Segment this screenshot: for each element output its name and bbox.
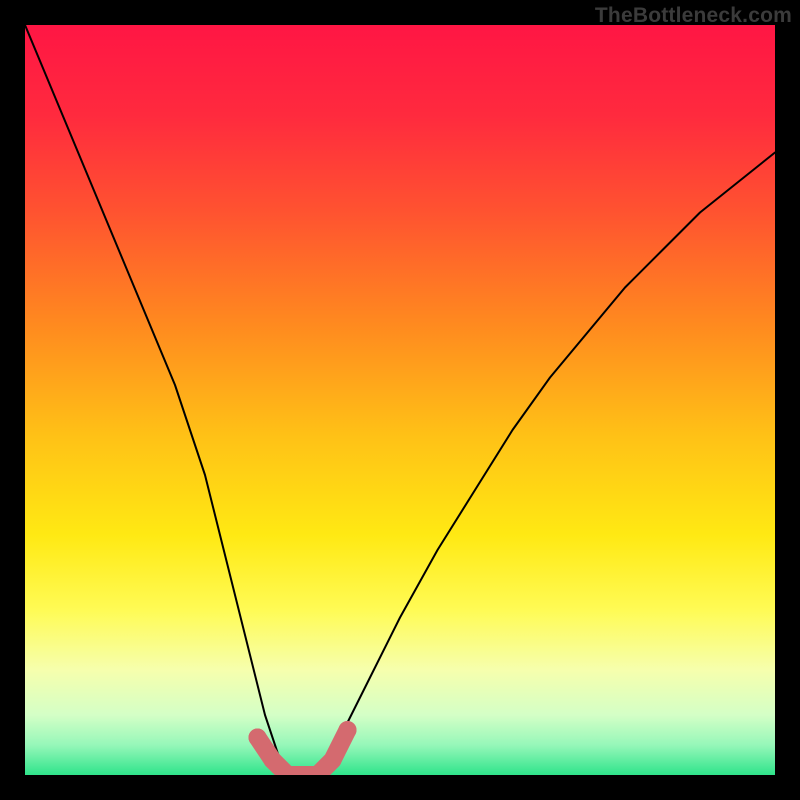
ideal-range-dot bbox=[324, 751, 342, 769]
ideal-range-dot bbox=[339, 721, 357, 739]
chart-frame: TheBottleneck.com bbox=[0, 0, 800, 800]
ideal-range-dot bbox=[249, 729, 267, 747]
watermark-text: TheBottleneck.com bbox=[595, 4, 792, 28]
ideal-range-dot bbox=[264, 751, 282, 769]
bottleneck-chart bbox=[25, 25, 775, 775]
plot-area bbox=[25, 25, 775, 775]
gradient-background bbox=[25, 25, 775, 775]
